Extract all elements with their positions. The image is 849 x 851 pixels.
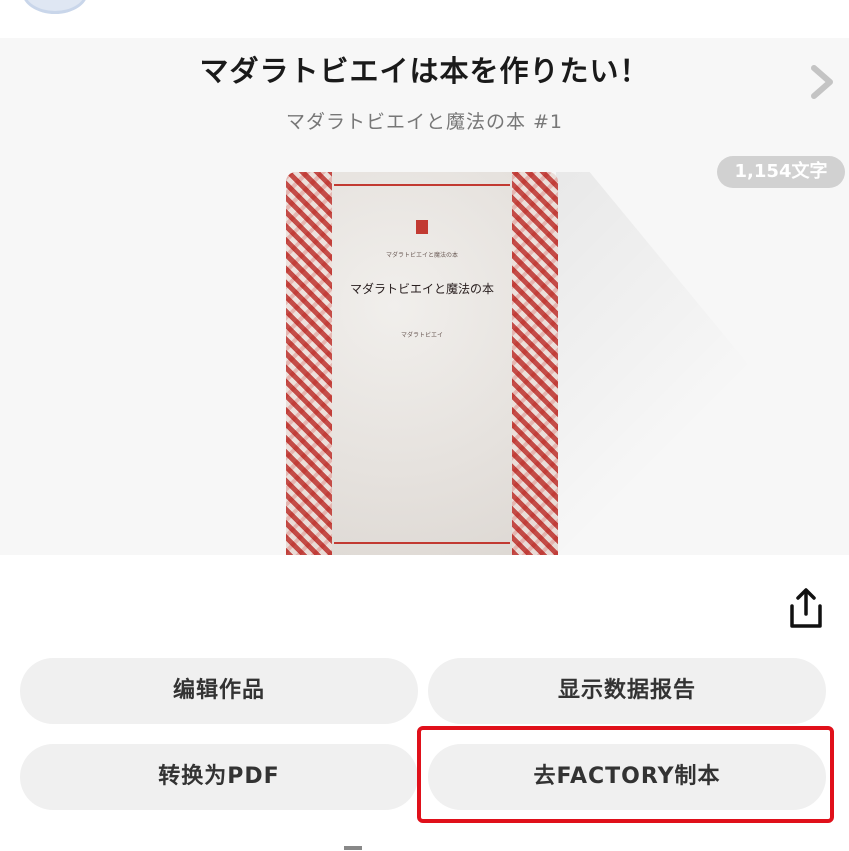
share-icon[interactable] (786, 584, 826, 632)
cover-emblem-icon (416, 220, 428, 234)
convert-pdf-button[interactable]: 转换为PDF (20, 744, 418, 810)
work-subtitle[interactable]: マダラトビエイと魔法の本 #1 (0, 107, 849, 134)
cover-border-right (512, 172, 558, 555)
avatar[interactable] (22, 0, 88, 14)
highlight-box (417, 726, 834, 823)
cover-author: マダラトビエイ (400, 332, 443, 339)
cover-series: マダラトビエイと魔法の本 (385, 252, 458, 259)
char-count-badge: 1,154文字 (717, 156, 845, 188)
cover-bottom-rule (334, 542, 510, 544)
bottom-indicator (344, 846, 362, 850)
cover-title: マダラトビエイと魔法の本 (349, 282, 494, 296)
show-stats-button[interactable]: 显示数据报告 (428, 658, 826, 724)
chevron-right-icon[interactable] (806, 62, 836, 102)
book-cover[interactable]: マダラトビエイと魔法の本 マダラトビエイと魔法の本 マダラトビエイ (286, 172, 558, 555)
cover-top-rule (334, 184, 510, 186)
work-title[interactable]: マダラトビエイは本を作りたい！ (0, 48, 849, 90)
cover-border-left (286, 172, 332, 555)
edit-work-button[interactable]: 编辑作品 (20, 658, 418, 724)
